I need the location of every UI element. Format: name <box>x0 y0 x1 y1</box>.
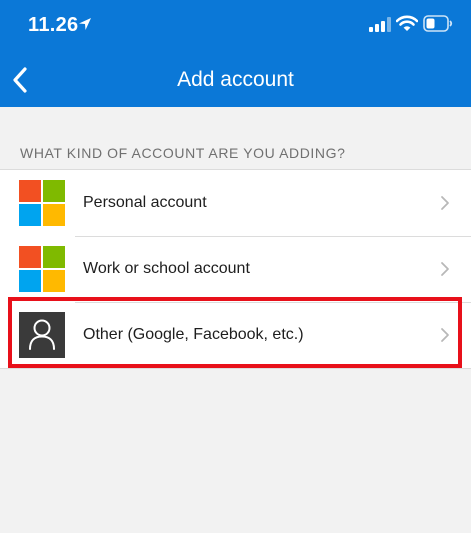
status-bar: 11.26 <box>0 0 471 50</box>
app-header: 11.26 Add account <box>0 0 471 107</box>
section-label: WHAT KIND OF ACCOUNT ARE YOU ADDING? <box>20 145 346 161</box>
page-title: Add account <box>177 68 294 91</box>
other-account-label: Other (Google, Facebook, etc.) <box>83 326 304 343</box>
chevron-right-icon <box>441 328 449 342</box>
status-time: 11.26 <box>28 14 79 36</box>
chevron-right-icon <box>441 196 449 210</box>
person-icon <box>19 312 65 358</box>
work-or-school-account-label: Work or school account <box>83 260 250 277</box>
battery-icon <box>423 15 453 32</box>
account-type-list: Personal account Work or school account … <box>0 169 471 369</box>
personal-account-label: Personal account <box>83 194 207 211</box>
cellular-signal-icon <box>369 17 391 32</box>
work-or-school-account-row[interactable]: Work or school account <box>0 236 471 302</box>
personal-account-row[interactable]: Personal account <box>0 170 471 236</box>
chevron-right-icon <box>441 262 449 276</box>
wifi-icon <box>396 15 418 31</box>
microsoft-logo-icon <box>19 180 65 226</box>
other-account-row[interactable]: Other (Google, Facebook, etc.) <box>0 302 471 368</box>
location-arrow-icon <box>79 18 91 30</box>
microsoft-logo-icon <box>19 246 65 292</box>
